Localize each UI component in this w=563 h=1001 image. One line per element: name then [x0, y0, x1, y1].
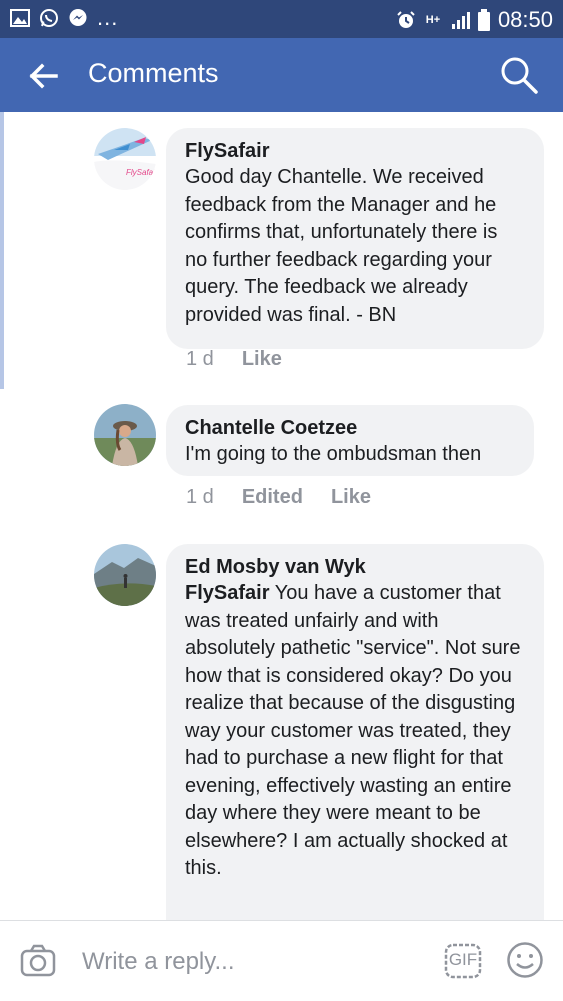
comment-text-body: You have a customer that was treated unf…	[185, 582, 521, 879]
gif-label: GIF	[448, 950, 478, 969]
emoji-icon[interactable]	[506, 941, 544, 979]
comment-bubble[interactable]: Ed Mosby van Wyk FlySafair You have a cu…	[166, 544, 544, 920]
comment-time[interactable]: 1 d	[186, 348, 214, 371]
edited-label[interactable]: Edited	[242, 486, 303, 509]
gallery-icon	[10, 8, 30, 28]
comment-time[interactable]: 1 d	[186, 486, 214, 509]
avatar[interactable]: FlySafair	[94, 128, 156, 190]
more-notifications: ...	[97, 5, 119, 30]
avatar[interactable]	[94, 544, 156, 606]
like-button[interactable]: Like	[331, 486, 371, 509]
network-label: H+	[425, 14, 441, 26]
comment-author[interactable]: Chantelle Coetzee	[185, 415, 514, 441]
highlighted-comment-indicator	[0, 112, 4, 389]
like-button[interactable]: Like	[242, 348, 282, 371]
comment-meta: 1 d Like	[186, 348, 282, 371]
messenger-icon	[68, 8, 88, 28]
gif-button[interactable]: GIF	[444, 943, 482, 979]
network-icon: H+	[424, 10, 442, 30]
status-bar: ... H+ 08:50	[0, 0, 563, 38]
camera-icon[interactable]	[20, 943, 56, 979]
alarm-icon	[396, 10, 416, 30]
comment-meta: 1 d Edited Like	[186, 486, 371, 509]
search-icon[interactable]	[499, 55, 539, 95]
reply-input[interactable]	[82, 945, 412, 979]
back-arrow-icon[interactable]	[28, 60, 60, 92]
comment-text: Good day Chantelle. We received feedback…	[185, 166, 498, 326]
whatsapp-icon	[39, 8, 59, 28]
comment-text: I'm going to the ombudsman then	[185, 443, 482, 465]
comment-author[interactable]: Ed Mosby van Wyk	[185, 554, 524, 580]
comment-text: FlySafair You have a customer that was t…	[185, 580, 524, 883]
app-bar: Comments	[0, 38, 563, 112]
comment-bubble[interactable]: FlySafair Good day Chantelle. We receive…	[166, 128, 544, 349]
mention-link[interactable]: FlySafair	[185, 582, 269, 604]
battery-icon	[477, 9, 490, 31]
comment-author[interactable]: FlySafair	[185, 138, 524, 164]
comments-list: FlySafair FlySafair Good day Chantelle. …	[0, 112, 563, 920]
signal-icon	[450, 10, 470, 30]
page-title: Comments	[88, 58, 219, 88]
status-time: 08:50	[497, 7, 553, 32]
reply-bar: GIF	[0, 920, 563, 1001]
comment-bubble[interactable]: Chantelle Coetzee I'm going to the ombud…	[166, 405, 534, 476]
avatar[interactable]	[94, 404, 156, 466]
